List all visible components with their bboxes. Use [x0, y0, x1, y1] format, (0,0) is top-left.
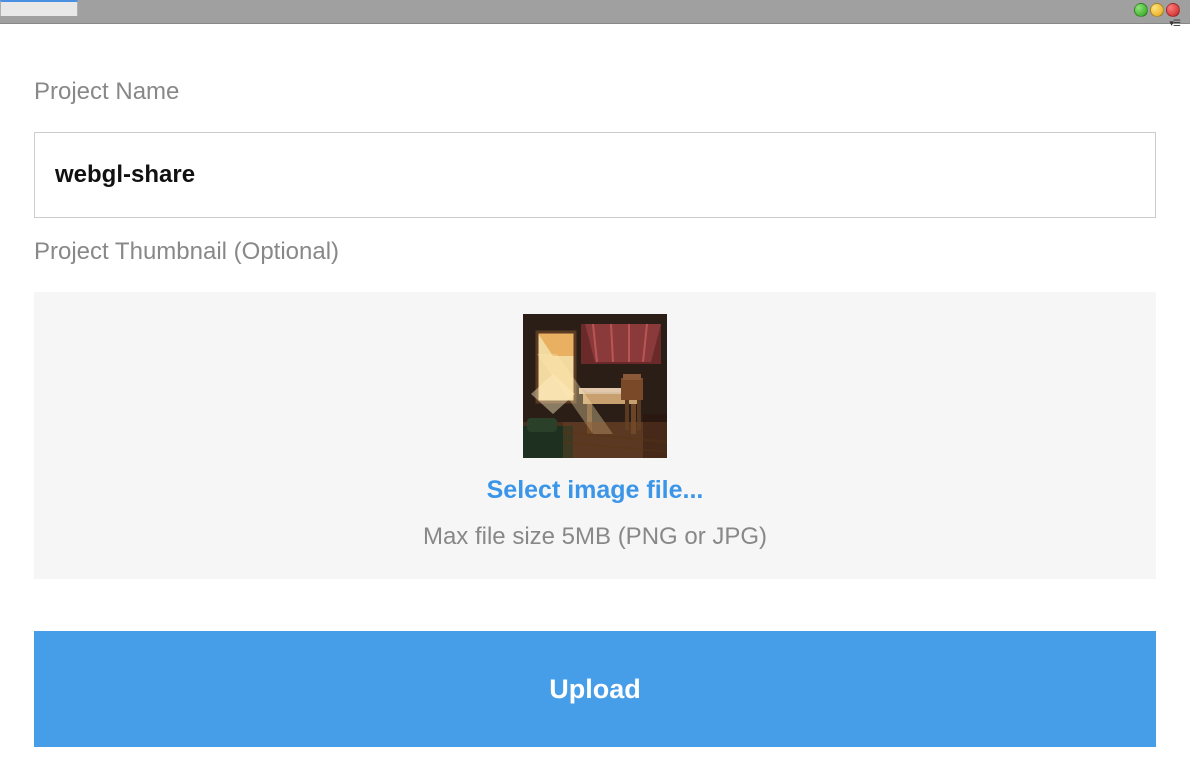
file-hint-text: Max file size 5MB (PNG or JPG) — [34, 523, 1156, 551]
traffic-light-yellow-icon[interactable] — [1150, 3, 1164, 17]
editor-tab[interactable] — [0, 0, 78, 16]
upload-button[interactable]: Upload — [34, 631, 1156, 747]
upload-form: Project Name Project Thumbnail (Optional… — [0, 24, 1190, 747]
thumbnail-preview-image — [523, 314, 667, 458]
project-name-label: Project Name — [34, 78, 1156, 106]
thumbnail-dropzone[interactable]: Select image file... Max file size 5MB (… — [34, 292, 1156, 579]
traffic-light-green-icon[interactable] — [1134, 3, 1148, 17]
project-name-input[interactable] — [34, 132, 1156, 218]
project-thumbnail-label: Project Thumbnail (Optional) — [34, 238, 1156, 266]
traffic-light-red-icon[interactable] — [1166, 3, 1180, 17]
window-controls — [1134, 3, 1180, 17]
select-image-link[interactable]: Select image file... — [487, 476, 704, 505]
panel-options-icon[interactable]: ▾☰ — [1169, 18, 1180, 29]
window-titlebar: ▾☰ — [0, 0, 1190, 24]
